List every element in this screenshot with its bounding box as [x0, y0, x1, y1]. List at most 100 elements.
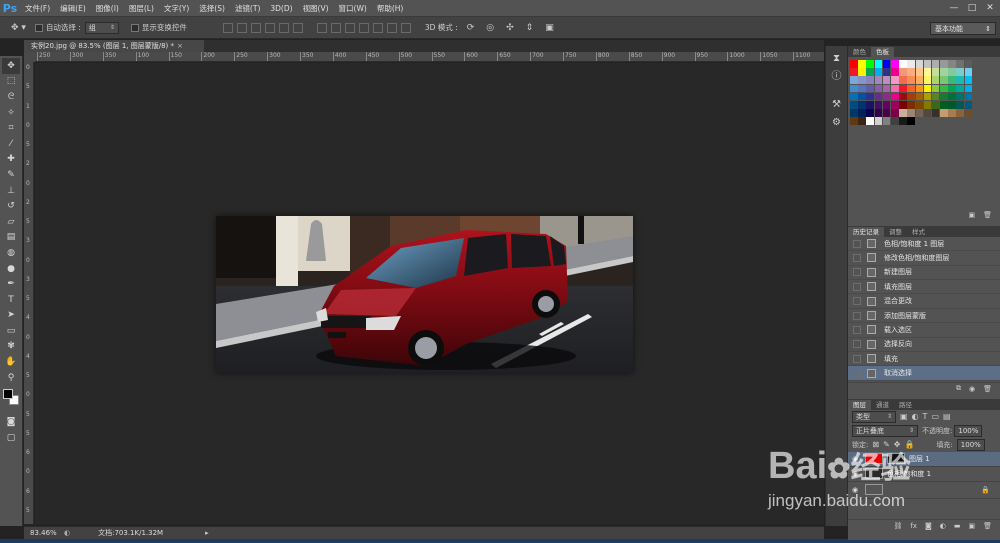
hand-tool-icon[interactable]: ✋: [2, 354, 20, 370]
horizontal-ruler[interactable]: 250 300 350 100 150 200 250 300 350 400 450 500 550 6…: [35, 52, 824, 62]
slide-3d-icon[interactable]: ⇕: [523, 23, 537, 33]
color-swatch[interactable]: [940, 109, 948, 117]
history-item[interactable]: 混合更改: [848, 294, 1000, 309]
history-checkbox[interactable]: [853, 325, 861, 334]
pen-tool-icon[interactable]: ✒: [2, 276, 20, 292]
color-swatch[interactable]: [923, 60, 932, 68]
color-swatch[interactable]: [940, 84, 948, 93]
eraser-tool-icon[interactable]: ▱: [2, 214, 20, 230]
visibility-eye-icon[interactable]: ◉: [852, 455, 862, 463]
color-swatch[interactable]: [874, 109, 883, 117]
color-swatch[interactable]: [882, 92, 891, 101]
color-swatch[interactable]: [882, 117, 891, 125]
color-swatch[interactable]: [858, 100, 866, 109]
color-swatch[interactable]: [866, 76, 874, 84]
menu-view[interactable]: 视图(V): [298, 0, 334, 17]
new-swatch-icon[interactable]: ▣: [968, 211, 975, 219]
align-vcenter-icon[interactable]: [236, 22, 247, 33]
color-swatch[interactable]: [858, 76, 866, 84]
color-swatch[interactable]: [850, 76, 858, 84]
filter-shape-icon[interactable]: ▭: [931, 412, 939, 421]
align-left-icon[interactable]: [264, 22, 275, 33]
color-swatch[interactable]: [850, 68, 858, 76]
color-swatch[interactable]: [882, 60, 891, 68]
distribute-vcenter-icon[interactable]: [330, 22, 341, 33]
color-swatch[interactable]: [850, 117, 858, 125]
document-image[interactable]: [216, 216, 633, 373]
color-swatch[interactable]: [907, 92, 915, 101]
snapshot-icon[interactable]: ◉: [969, 385, 975, 393]
color-swatch[interactable]: [858, 60, 866, 68]
dodge-tool-icon[interactable]: ●: [2, 261, 20, 277]
color-swatch[interactable]: [866, 100, 874, 109]
zoom-level[interactable]: 83.46%: [30, 529, 60, 537]
color-swatch[interactable]: [956, 60, 965, 68]
roll-3d-icon[interactable]: ◎: [483, 23, 497, 33]
align-right-icon[interactable]: [292, 22, 303, 33]
color-swatch[interactable]: [882, 100, 891, 109]
drag-3d-icon[interactable]: ✣: [503, 23, 517, 33]
zoom-tool-icon[interactable]: ⚲: [2, 370, 20, 386]
color-swatch[interactable]: [874, 84, 883, 93]
color-swatch[interactable]: [899, 68, 907, 76]
color-swatch[interactable]: [907, 76, 915, 84]
fill-input[interactable]: 100%: [956, 438, 985, 451]
tab-history[interactable]: 历史记录: [848, 226, 884, 237]
color-swatch[interactable]: [907, 60, 915, 68]
color-swatch[interactable]: [858, 84, 866, 93]
color-swatch[interactable]: [899, 84, 907, 93]
history-checkbox[interactable]: [853, 268, 861, 277]
color-swatch[interactable]: [948, 68, 956, 76]
color-swatch[interactable]: [882, 109, 891, 117]
color-swatch[interactable]: [890, 76, 899, 84]
color-swatch[interactable]: [890, 84, 899, 93]
delete-layer-icon[interactable]: 🗑: [983, 522, 992, 530]
marquee-tool-icon[interactable]: ⬚: [2, 74, 20, 90]
type-tool-icon[interactable]: T: [2, 292, 20, 308]
menu-file[interactable]: 文件(F): [20, 0, 55, 17]
history-item[interactable]: 新建图层: [848, 266, 1000, 281]
menu-image[interactable]: 图像(I): [91, 0, 124, 17]
tab-paths[interactable]: 路径: [894, 400, 917, 410]
healing-brush-tool-icon[interactable]: ✚: [2, 152, 20, 168]
new-adjustment-icon[interactable]: ◐: [940, 522, 946, 530]
color-swatch[interactable]: [866, 84, 874, 93]
color-swatch[interactable]: [899, 100, 907, 109]
filter-adjustment-icon[interactable]: ◐: [912, 412, 919, 421]
menu-select[interactable]: 选择(S): [194, 0, 230, 17]
color-swatch[interactable]: [948, 76, 956, 84]
magic-wand-tool-icon[interactable]: ✧: [2, 105, 20, 121]
color-swatch[interactable]: [890, 109, 899, 117]
show-transform-checkbox[interactable]: [130, 23, 139, 32]
workspace-dropdown[interactable]: 基本功能 ⇕: [930, 22, 996, 35]
align-hcenter-icon[interactable]: [278, 22, 289, 33]
blend-mode-dropdown[interactable]: 正片叠底 ⇕: [852, 424, 918, 437]
color-swatch[interactable]: [964, 68, 973, 76]
distribute-hcenter-icon[interactable]: [372, 22, 383, 33]
move-tool-preset-icon[interactable]: ✥ ▾: [8, 23, 29, 33]
color-swatch[interactable]: [964, 109, 973, 117]
color-swatch[interactable]: [915, 60, 924, 68]
color-swatch[interactable]: [940, 76, 948, 84]
menu-3d[interactable]: 3D(D): [265, 0, 297, 17]
distribute-left-icon[interactable]: [358, 22, 369, 33]
color-swatch[interactable]: [850, 60, 858, 68]
color-swatch[interactable]: [956, 84, 965, 93]
color-swatch[interactable]: [899, 109, 907, 117]
color-swatch[interactable]: [882, 84, 891, 93]
color-swatch[interactable]: [874, 100, 883, 109]
layer-row[interactable]: ◉ 色相/饱和度 1: [848, 467, 1000, 482]
visibility-eye-icon[interactable]: ◉: [852, 486, 862, 494]
distribute-bottom-icon[interactable]: [344, 22, 355, 33]
lasso-tool-icon[interactable]: ᘓ: [2, 89, 20, 105]
auto-align-icon[interactable]: [400, 22, 411, 33]
color-swatch[interactable]: [931, 109, 940, 117]
history-checkbox[interactable]: [853, 297, 861, 306]
new-group-icon[interactable]: ▬: [954, 522, 961, 530]
crop-tool-icon[interactable]: ⌗: [2, 120, 20, 136]
scale-3d-icon[interactable]: ▣: [542, 23, 557, 33]
blur-tool-icon[interactable]: ◍: [2, 245, 20, 261]
menu-layer[interactable]: 图层(L): [124, 0, 159, 17]
color-swatch[interactable]: [915, 92, 924, 101]
color-swatch[interactable]: [915, 84, 924, 93]
